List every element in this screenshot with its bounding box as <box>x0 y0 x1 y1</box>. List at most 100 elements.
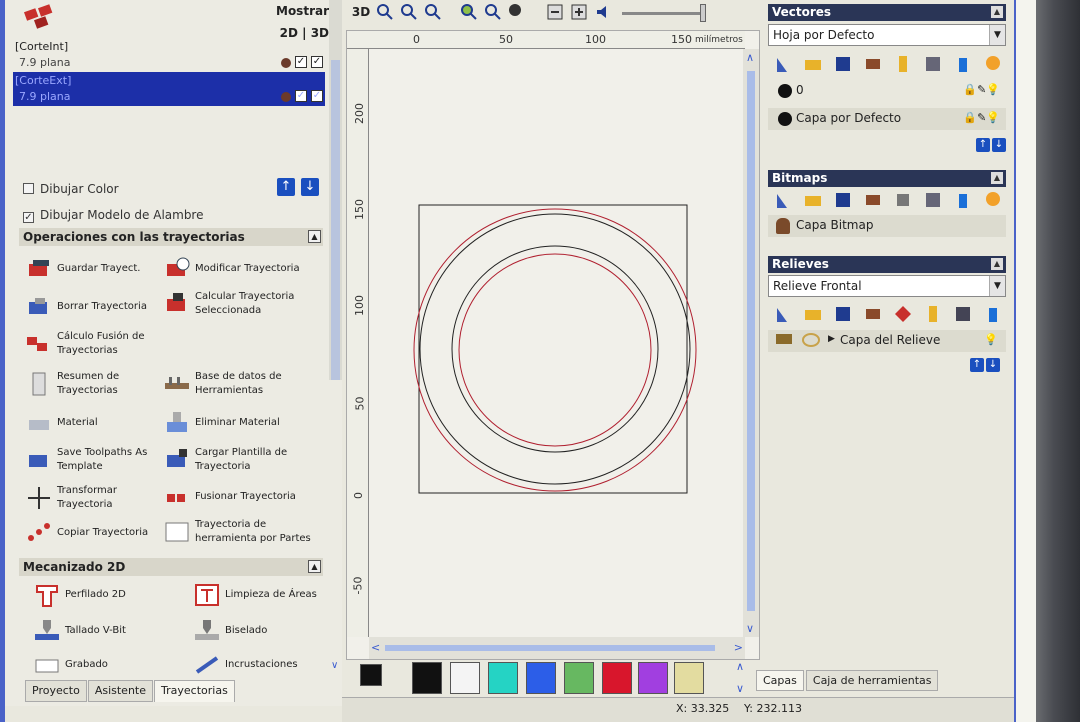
tab-toolbox[interactable]: Caja de herramientas <box>805 670 939 691</box>
toolpath-summary-button[interactable]: Resumen de Trayectorias <box>25 370 165 398</box>
open-folder-icon[interactable] <box>802 54 824 74</box>
collapse-icon[interactable]: ▲ <box>308 560 321 573</box>
chamfer-button[interactable]: Biselado <box>193 618 333 644</box>
zoom-window-button[interactable] <box>458 1 480 23</box>
tab-project[interactable]: Proyecto <box>25 680 87 702</box>
drawing-canvas[interactable]: 0 50 100 150 milímetros 200 150 100 50 0… <box>346 30 760 660</box>
area-clearance-button[interactable]: Limpieza de Áreas <box>193 582 333 608</box>
drawing-area[interactable] <box>369 49 743 637</box>
scroll-down-icon[interactable]: ∨ <box>746 622 754 635</box>
palette-swatch[interactable] <box>674 662 704 694</box>
scroll-down-icon[interactable]: ∨ <box>331 660 338 671</box>
tab-layers[interactable]: Capas <box>756 670 804 691</box>
zoom-slider[interactable] <box>622 4 706 22</box>
layer-visibility-icon[interactable]: 🔒✎💡 <box>963 111 1000 124</box>
layer-color-icon[interactable] <box>892 54 914 74</box>
vector-sheet-select[interactable]: Hoja por Defecto ▼ <box>768 24 1006 46</box>
layer-gray-icon[interactable] <box>892 190 914 210</box>
left-scrollbar[interactable] <box>329 0 342 380</box>
toolpath-show-2d-checkbox[interactable]: ✓ <box>295 90 307 102</box>
palette-swatch[interactable] <box>526 662 556 694</box>
toolpath-item[interactable]: [CorteInt] 7.9 plana ✓ ✓ <box>13 38 325 72</box>
scroll-thumb[interactable] <box>385 645 715 651</box>
collapse-icon[interactable]: ▲ <box>308 230 321 243</box>
canvas-vertical-scrollbar[interactable]: ∧ ∨ <box>743 49 759 637</box>
inner-vector-circle[interactable] <box>451 245 659 453</box>
relief-combine-icon[interactable] <box>892 304 914 324</box>
scroll-thumb[interactable] <box>747 71 755 611</box>
save-icon[interactable] <box>832 304 854 324</box>
merge-toolpath-button[interactable]: Fusionar Trayectoria <box>163 484 323 510</box>
canvas-horizontal-scrollbar[interactable]: < > <box>369 637 745 659</box>
slider-handle[interactable] <box>700 4 706 22</box>
palette-swatch[interactable] <box>450 662 480 694</box>
scroll-up-icon[interactable]: ∧ <box>746 51 754 64</box>
move-down-button[interactable]: ↓ <box>301 178 319 196</box>
bulb-icon[interactable] <box>982 190 1004 210</box>
bitmap-layer-item[interactable]: Capa Bitmap <box>768 215 1006 237</box>
zoom-previous-button[interactable] <box>506 1 528 23</box>
palette-swatch[interactable] <box>488 662 518 694</box>
load-template-button[interactable]: Cargar Plantilla de Trayectoria <box>163 446 323 474</box>
layer-up-button[interactable]: ↑ <box>970 358 984 372</box>
layer-stack-icon[interactable] <box>862 304 884 324</box>
speaker-button[interactable] <box>592 1 614 23</box>
vectors-header[interactable]: Vectores ▲ <box>768 4 1006 21</box>
zoom-in-button[interactable] <box>374 1 396 23</box>
tab-toolpaths[interactable]: Trayectorias <box>154 680 235 702</box>
outer-toolpath-circle[interactable] <box>413 208 697 492</box>
chevron-down-icon[interactable]: ▼ <box>989 276 1005 296</box>
collapse-icon[interactable]: ▲ <box>991 258 1003 270</box>
checkbox-box[interactable]: ✓ <box>23 212 34 223</box>
toolpath-show-3d-checkbox[interactable]: ✓ <box>311 90 323 102</box>
toolpath-show-2d-checkbox[interactable]: ✓ <box>295 56 307 68</box>
inner-toolpath-circle[interactable] <box>458 253 652 447</box>
calculate-toolpath-button[interactable]: Calcular Trayectoria Seleccionada <box>163 290 323 318</box>
move-up-button[interactable]: ↑ <box>277 178 295 196</box>
layer-color-icon[interactable] <box>922 304 944 324</box>
material-button[interactable]: Material <box>25 410 165 436</box>
toolpath-show-3d-checkbox[interactable]: ✓ <box>311 56 323 68</box>
merge-calc-toolpaths-button[interactable]: Cálculo Fusión de Trayectorias <box>25 330 165 358</box>
engraving-button[interactable]: Grabado <box>33 652 173 678</box>
palette-scroll-down-icon[interactable]: ∨ <box>736 682 744 695</box>
vbit-carving-button[interactable]: Tallado V-Bit <box>33 618 173 644</box>
toolpath-by-parts-button[interactable]: Trayectoria de herramienta por Partes <box>163 518 323 546</box>
save-toolpaths-template-button[interactable]: Save Toolpaths As Template <box>25 446 165 474</box>
save-icon[interactable] <box>832 190 854 210</box>
bitmaps-header[interactable]: Bitmaps ▲ <box>768 170 1006 187</box>
open-folder-icon[interactable] <box>802 190 824 210</box>
new-layer-icon[interactable] <box>772 190 794 210</box>
layer-up-button[interactable]: ↑ <box>976 138 990 152</box>
remove-material-button[interactable]: Eliminar Material <box>163 410 323 436</box>
delete-layer-icon[interactable] <box>982 304 1004 324</box>
new-layer-icon[interactable] <box>772 54 794 74</box>
palette-swatch[interactable] <box>564 662 594 694</box>
delete-toolpath-button[interactable]: Borrar Trayectoria <box>25 294 165 320</box>
palette-scroll-up-icon[interactable]: ∧ <box>736 660 744 673</box>
tab-assistant[interactable]: Asistente <box>87 680 154 702</box>
view-3d-button[interactable]: 3D <box>350 1 372 23</box>
scroll-left-icon[interactable]: < <box>371 641 380 654</box>
foreground-color[interactable] <box>360 664 382 686</box>
draw-color-checkbox[interactable]: Dibujar Color <box>23 182 119 196</box>
draw-wireframe-checkbox[interactable]: ✓ Dibujar Modelo de Alambre <box>23 208 204 223</box>
collapse-icon[interactable]: ▲ <box>991 172 1003 184</box>
palette-swatch[interactable] <box>602 662 632 694</box>
save-toolpath-button[interactable]: Guardar Trayect. <box>25 256 165 282</box>
layer-stack-icon[interactable] <box>862 54 884 74</box>
expand-icon[interactable]: ▶ <box>828 334 835 344</box>
edit-toolpath-button[interactable]: Modificar Trayectoria <box>163 256 323 282</box>
open-folder-icon[interactable] <box>802 304 824 324</box>
palette-swatch[interactable] <box>638 662 668 694</box>
machining-2d-header[interactable]: Mecanizado 2D ▲ <box>19 558 323 576</box>
transform-toolpath-button[interactable]: Transformar Trayectoria <box>25 484 165 512</box>
delete-layer-icon[interactable] <box>952 190 974 210</box>
palette-swatch[interactable] <box>412 662 442 694</box>
toolpath-operations-header[interactable]: Operaciones con las trayectorias ▲ <box>19 228 323 246</box>
layer-visibility-icon[interactable]: 🔒✎💡 <box>963 83 1000 96</box>
layer-down-button[interactable]: ↓ <box>986 358 1000 372</box>
tool-database-button[interactable]: Base de datos de Herramientas <box>163 370 323 398</box>
bulb-icon[interactable] <box>982 54 1004 74</box>
vector-layer-item-default[interactable]: Capa por Defecto 🔒✎💡 <box>768 108 1006 130</box>
